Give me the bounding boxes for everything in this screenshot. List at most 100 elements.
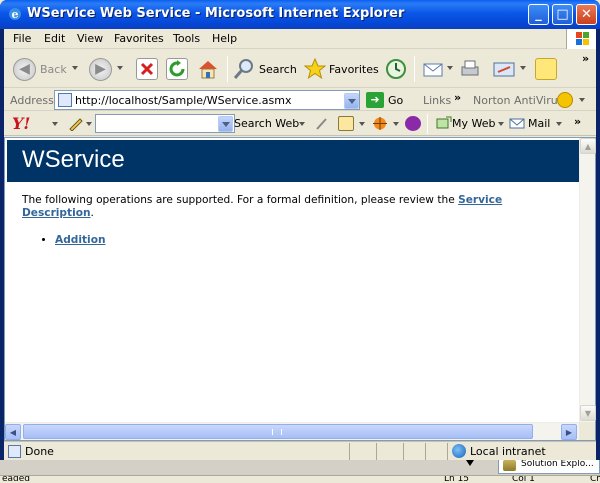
address-dropdown-icon[interactable] <box>344 93 359 109</box>
go-arrow-icon[interactable]: ➜ <box>366 92 384 108</box>
maximize-button[interactable]: □ <box>552 4 573 25</box>
pencil-icon[interactable] <box>68 116 84 132</box>
menu-bar: File Edit View Favorites Tools Help <box>4 29 596 49</box>
ide-status-line: Ln 15 <box>444 475 470 483</box>
favorites-star-icon[interactable] <box>303 57 327 80</box>
mail-dropdown-icon[interactable] <box>447 66 453 70</box>
status-bar: Done Local intranet <box>4 441 596 460</box>
mail-dropdown-icon[interactable] <box>556 122 562 126</box>
toolbar-overflow-chevron[interactable]: » <box>582 52 589 65</box>
back-arrow-icon[interactable]: ◀ <box>13 58 36 81</box>
toolbar-separator <box>414 56 415 82</box>
status-text: Done <box>25 445 54 458</box>
minimize-button[interactable]: _ <box>528 4 549 25</box>
search-icon[interactable] <box>233 58 255 80</box>
web-page: WService The following operations are su… <box>5 138 579 422</box>
status-pane <box>376 443 377 460</box>
edit-icon[interactable] <box>492 58 515 80</box>
scroll-up-icon[interactable]: ▲ <box>580 138 596 154</box>
mail-envelope-icon[interactable] <box>509 116 525 131</box>
menu-view[interactable]: View <box>77 32 103 45</box>
pencil-dropdown-icon[interactable] <box>86 122 92 126</box>
address-input[interactable]: http://localhost/Sample/WService.asmx <box>54 90 360 110</box>
forward-arrow-icon[interactable]: ▶ <box>89 58 112 81</box>
service-banner: WService <box>7 140 579 182</box>
intro-text: The following operations are supported. … <box>22 194 459 206</box>
yahoo-overflow-chevron[interactable]: » <box>574 115 581 128</box>
toolbar-separator <box>227 56 228 82</box>
home-icon[interactable] <box>197 58 219 80</box>
forward-dropdown-icon[interactable] <box>117 66 123 70</box>
back-dropdown-icon[interactable] <box>72 66 78 70</box>
yahoo-logo[interactable]: Y! <box>12 114 30 133</box>
norton-antivirus-label[interactable]: Norton AntiVirus <box>473 94 563 107</box>
music-headphones-icon[interactable] <box>405 116 421 131</box>
norton-icon[interactable] <box>557 92 573 108</box>
scroll-right-icon[interactable]: ▶ <box>561 424 577 440</box>
toolbar-separator <box>427 114 428 134</box>
print-icon[interactable] <box>459 58 481 80</box>
messenger-note-icon[interactable] <box>535 58 557 80</box>
address-bar: Address http://localhost/Sample/WService… <box>4 89 596 111</box>
ie-window: e WService Web Service - Microsoft Inter… <box>0 0 600 460</box>
search-web-dropdown-icon[interactable] <box>299 122 305 126</box>
antispy-dropdown-icon[interactable] <box>393 122 399 126</box>
ide-status-row: eaded Ln 15 Col 1 Ch <box>0 475 600 483</box>
search-web-button[interactable]: Search Web <box>234 117 299 130</box>
menu-help[interactable]: Help <box>212 32 237 45</box>
stop-icon[interactable] <box>136 58 158 80</box>
windows-flag-icon <box>566 29 596 49</box>
page-title: WService <box>22 146 125 173</box>
menu-tools[interactable]: Tools <box>173 32 200 45</box>
scroll-left-icon[interactable]: ◀ <box>5 424 21 440</box>
status-pane <box>447 443 448 460</box>
yahoo-toolbar: Y! Search Web My Web Mail » <box>4 112 596 136</box>
search-button-label[interactable]: Search <box>259 63 297 76</box>
horizontal-scrollbar[interactable]: ◀ ▶ <box>5 422 579 440</box>
operations-list: Addition <box>41 234 106 246</box>
operation-link-addition[interactable]: Addition <box>55 234 106 246</box>
ie-logo-icon: e <box>9 8 21 21</box>
popup-blocker-icon[interactable] <box>338 116 354 131</box>
back-button-label[interactable]: Back <box>40 63 67 76</box>
intro-period: . <box>90 207 94 219</box>
mail-icon[interactable] <box>422 58 444 80</box>
edit-dropdown-icon[interactable] <box>520 66 526 70</box>
links-label[interactable]: Links <box>423 94 451 107</box>
my-web-icon[interactable] <box>436 116 452 131</box>
history-icon[interactable] <box>385 58 407 80</box>
status-pane <box>349 443 350 460</box>
norton-dropdown-icon[interactable] <box>579 98 585 102</box>
title-bar[interactable]: e WService Web Service - Microsoft Inter… <box>0 0 600 29</box>
intro-paragraph: The following operations are supported. … <box>22 194 567 220</box>
favorites-button-label[interactable]: Favorites <box>329 63 379 76</box>
svg-text:e: e <box>12 8 19 21</box>
yahoo-search-dropdown-icon[interactable] <box>218 116 233 132</box>
yahoo-dropdown-icon[interactable] <box>52 122 58 126</box>
antispy-icon[interactable] <box>372 116 388 131</box>
go-button-label[interactable]: Go <box>388 94 403 107</box>
links-chevron[interactable]: » <box>454 91 461 104</box>
refresh-icon[interactable] <box>166 58 188 80</box>
menu-file[interactable]: File <box>13 32 31 45</box>
mail-button[interactable]: Mail <box>528 117 550 130</box>
close-button[interactable]: ✕ <box>576 4 597 25</box>
highlighter-icon[interactable] <box>314 116 330 131</box>
menu-favorites[interactable]: Favorites <box>114 32 164 45</box>
scroll-down-icon[interactable]: ▼ <box>580 405 596 421</box>
menu-edit[interactable]: Edit <box>44 32 65 45</box>
vertical-scrollbar[interactable]: ▲ ▼ <box>579 138 596 422</box>
page-icon <box>58 93 72 107</box>
horizontal-scroll-thumb[interactable] <box>23 424 533 439</box>
dropdown-arrow-icon[interactable] <box>466 460 474 466</box>
my-web-button[interactable]: My Web <box>452 117 495 130</box>
my-web-dropdown-icon[interactable] <box>498 122 504 126</box>
solution-explorer-label: Solution Explo... <box>521 459 594 469</box>
window-title: WService Web Service - Microsoft Interne… <box>27 6 405 21</box>
scroll-grip-icon <box>272 429 282 435</box>
page-done-icon <box>8 445 21 458</box>
security-zone-label: Local intranet <box>470 445 546 458</box>
yahoo-search-input[interactable] <box>95 114 235 133</box>
popup-dropdown-icon[interactable] <box>359 122 365 126</box>
address-url[interactable]: http://localhost/Sample/WService.asmx <box>75 94 291 107</box>
